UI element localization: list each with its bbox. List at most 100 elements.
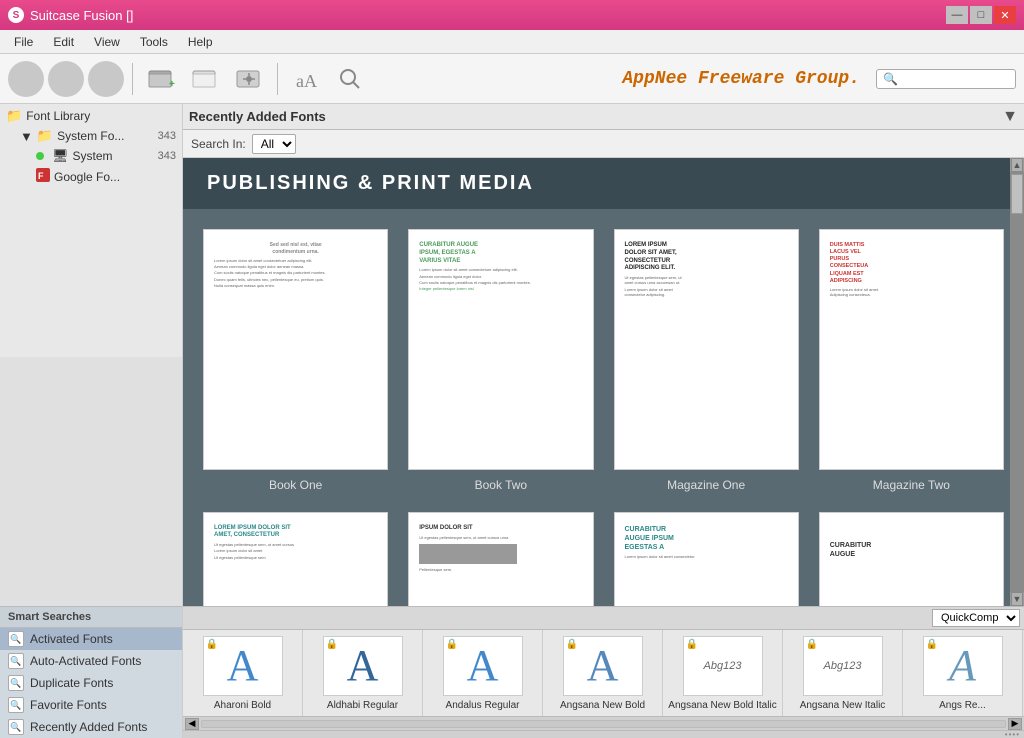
font-preview-button[interactable]: aA (286, 61, 326, 97)
smart-icon-recent: 🔍 (8, 719, 24, 735)
sidebar: 📁 Font Library ▼ 📁 System Fo... 343 🖥 Sy… (0, 104, 183, 738)
preview-card-mag-two[interactable]: DUIS MATTISLACUS VELPURUSCONSECTEUALIQUA… (819, 229, 1004, 492)
hscroll-track[interactable] (201, 720, 1006, 728)
preview-card-book-three[interactable]: LOREM IPSUM DOLOR SITAMET, CONSECTETUR U… (203, 512, 388, 606)
card-label-mag-two: Magazine Two (873, 478, 950, 492)
preview-grid: Sed sed nisl est, vitaecondimentum urna.… (183, 209, 1024, 606)
menu-tools[interactable]: Tools (130, 33, 178, 51)
hscroll-right-btn[interactable]: ▶ (1008, 718, 1022, 730)
font-item-angs-re[interactable]: 🔒 A Angs Re... (903, 630, 1023, 716)
maximize-button[interactable]: □ (970, 6, 992, 24)
add-font-folder-button[interactable]: + (141, 61, 181, 97)
minimize-button[interactable]: — (946, 6, 968, 24)
menu-view[interactable]: View (84, 33, 130, 51)
smart-label-activated: Activated Fonts (30, 632, 113, 646)
font-name-angs-re: Angs Re... (907, 700, 1018, 711)
font-item-angsana-bold[interactable]: 🔒 A Angsana New Bold (543, 630, 663, 716)
quickcomp-bar: QuickComp (183, 607, 1024, 630)
font-item-aharoni[interactable]: 🔒 A Aharoni Bold (183, 630, 303, 716)
smart-item-auto-activated[interactable]: 🔍 Auto-Activated Fonts (0, 650, 182, 672)
quickcomp-select[interactable]: QuickComp (932, 609, 1020, 627)
sidebar-system-fonts[interactable]: ▼ 📁 System Fo... 343 (0, 126, 182, 146)
toolbar: + aA AppNee Freeware Group. 🔍 (0, 54, 1024, 104)
smart-item-activated[interactable]: 🔍 Activated Fonts (0, 628, 182, 650)
scroll-track (1010, 172, 1024, 592)
scroll-thumb[interactable] (1011, 174, 1023, 214)
resize-handle[interactable]: •••• (183, 730, 1024, 738)
lock-icon-angs-re: 🔒 (926, 639, 938, 650)
toolbar-btn-2[interactable] (48, 61, 84, 97)
content-expand-btn[interactable]: ▼ (1002, 108, 1018, 126)
content-title: Recently Added Fonts (189, 109, 994, 124)
menu-edit[interactable]: Edit (43, 33, 84, 51)
sidebar-google-fonts[interactable]: F Google Fo... (0, 166, 182, 187)
hscroll-left-btn[interactable]: ◀ (185, 718, 199, 730)
folder-icon: 📁 (6, 108, 22, 124)
scroll-up-btn[interactable]: ▲ (1011, 158, 1023, 172)
font-strip-container: QuickComp 🔒 A Aharoni Bold 🔒 A (183, 606, 1024, 716)
font-text-angsana-i: Abg123 (824, 660, 862, 672)
content-area: Recently Added Fonts ▼ Search In: All PU… (183, 104, 1024, 738)
smart-icon-duplicate: 🔍 (8, 675, 24, 691)
settings-button[interactable] (229, 61, 269, 97)
preview-card-mag-one[interactable]: LOREM IPSUMDOLOR SIT AMET,CONSECTETURADI… (614, 229, 799, 492)
font-item-aldhabi[interactable]: 🔒 A Aldhabi Regular (303, 630, 423, 716)
smart-icon-auto: 🔍 (8, 653, 24, 669)
font-preview-angsana-italic: 🔒 Abg123 (803, 636, 883, 696)
preview-card-book-one[interactable]: Sed sed nisl est, vitaecondimentum urna.… (203, 229, 388, 492)
app-title: Suitcase Fusion [] (30, 8, 133, 23)
smart-label-auto: Auto-Activated Fonts (30, 654, 141, 668)
system-fonts-label: System Fo... (57, 129, 154, 143)
font-letter-aldhabi: A (347, 644, 379, 688)
new-folder-button[interactable] (185, 61, 225, 97)
smart-icon-activated: 🔍 (8, 631, 24, 647)
font-item-angsana-bold-italic[interactable]: 🔒 Abg123 Angsana New Bold Italic (663, 630, 783, 716)
svg-text:+: + (169, 79, 175, 90)
font-item-andalus[interactable]: 🔒 A Andalus Regular (423, 630, 543, 716)
font-name-andalus: Andalus Regular (427, 700, 538, 711)
menu-bar: File Edit View Tools Help (0, 30, 1024, 54)
system-count: 343 (158, 150, 176, 162)
font-preview-angsana-bold-italic: 🔒 Abg123 (683, 636, 763, 696)
title-bar: S Suitcase Fusion [] — □ ✕ (0, 0, 1024, 30)
card-label-book-two: Book Two (475, 478, 527, 492)
horizontal-scrollbar[interactable]: ◀ ▶ (183, 716, 1024, 730)
font-item-angsana-italic[interactable]: 🔒 Abg123 Angsana New Italic (783, 630, 903, 716)
menu-help[interactable]: Help (178, 33, 223, 51)
search-input[interactable] (898, 72, 1008, 86)
close-button[interactable]: ✕ (994, 6, 1016, 24)
search-in-select[interactable]: All (252, 134, 296, 154)
font-letter-aharoni: A (227, 644, 259, 688)
sidebar-system[interactable]: 🖥 System 343 (0, 146, 182, 166)
preview-card-book-four[interactable]: IPSUM DOLOR SIT Ut egestas pellentesque … (408, 512, 593, 606)
smart-item-recently-added[interactable]: 🔍 Recently Added Fonts (0, 716, 182, 738)
toolbar-btn-3[interactable] (88, 61, 124, 97)
sidebar-font-library[interactable]: 📁 Font Library (0, 106, 182, 126)
menu-file[interactable]: File (4, 33, 43, 51)
search-in-label: Search In: (191, 137, 246, 151)
preview-img-mag-two: DUIS MATTISLACUS VELPURUSCONSECTEUALIQUA… (819, 229, 1004, 470)
preview-img-book-four: IPSUM DOLOR SIT Ut egestas pellentesque … (408, 512, 593, 606)
main-layout: 📁 Font Library ▼ 📁 System Fo... 343 🖥 Sy… (0, 104, 1024, 738)
search-box[interactable]: 🔍 (876, 69, 1016, 89)
toolbar-btn-1[interactable] (8, 61, 44, 97)
window-controls[interactable]: — □ ✕ (946, 6, 1016, 24)
smart-item-duplicate[interactable]: 🔍 Duplicate Fonts (0, 672, 182, 694)
preview-img-book-three: LOREM IPSUM DOLOR SITAMET, CONSECTETUR U… (203, 512, 388, 606)
vertical-scrollbar[interactable]: ▲ ▼ (1010, 158, 1024, 606)
preview-card-mag-three[interactable]: CURABITURAUGUE IPSUMEGESTAS A Lorem ipsu… (614, 512, 799, 606)
folder-icon-2: ▼ (20, 129, 33, 144)
smart-item-favorite[interactable]: 🔍 Favorite Fonts (0, 694, 182, 716)
font-letter-andalus: A (467, 644, 499, 688)
preview-img-mag-three: CURABITURAUGUE IPSUMEGESTAS A Lorem ipsu… (614, 512, 799, 606)
preview-card-mag-four[interactable]: CURABITURAUGUE Magazine Four (819, 512, 1004, 606)
lock-icon-andalus: 🔒 (446, 639, 458, 650)
preview-card-book-two[interactable]: CURABITUR AUGUEIPSUM, EGESTAS AVARIUS VI… (408, 229, 593, 492)
scroll-down-btn[interactable]: ▼ (1011, 592, 1023, 606)
search-fonts-button[interactable] (330, 61, 370, 97)
resize-dots: •••• (1005, 730, 1020, 738)
font-strip: 🔒 A Aharoni Bold 🔒 A Aldhabi Regular (183, 630, 1024, 716)
card-label-book-one: Book One (269, 478, 322, 492)
smart-label-recent: Recently Added Fonts (30, 720, 147, 734)
card-label-mag-one: Magazine One (667, 478, 745, 492)
